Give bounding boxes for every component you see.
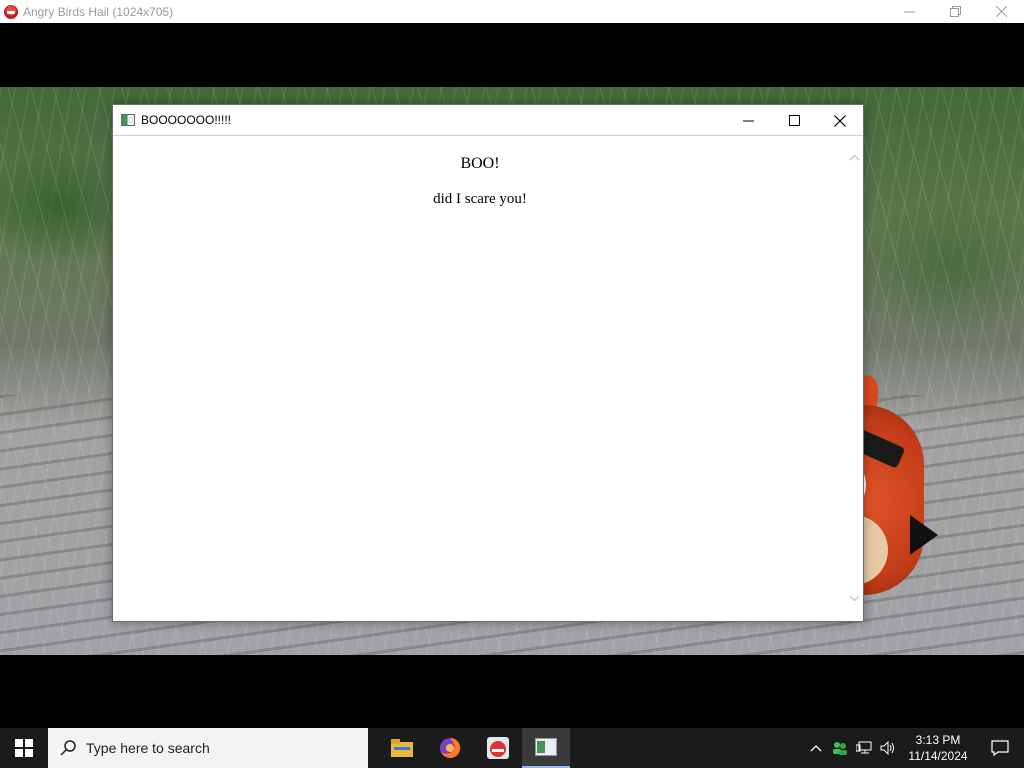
windows-logo-icon [15,739,33,757]
taskbar: Type here to search 3:13 PM 11/14/2024 [0,728,1024,768]
maximize-icon [788,115,800,126]
close-icon [834,114,846,127]
minimize-icon [742,120,754,122]
popup-content: BOO! did I scare you! [114,137,846,621]
volume-icon [880,741,894,755]
minimize-icon [903,11,915,13]
popup-maximize-button[interactable] [771,105,817,136]
file-explorer-icon [391,739,413,757]
chevron-up-icon [810,745,822,752]
tray-network-button[interactable] [852,728,876,768]
notification-icon [991,740,1009,756]
game-window-title: Angry Birds Hail (1024x705) [23,4,174,19]
game-restore-button[interactable] [932,0,978,23]
window-app-icon [121,114,135,126]
search-icon [60,740,76,756]
popup-title: BOOOOOOO!!!!! [141,113,232,127]
clock-time: 3:13 PM [915,733,961,747]
game-minimize-button[interactable] [886,0,932,23]
action-center-button[interactable] [976,728,1024,768]
system-tray: 3:13 PM 11/14/2024 [804,728,1024,768]
desktop-screen: Angry Birds Hail (1024x705) BOOOOOOO!!!!… [0,0,1024,768]
people-icon [833,742,847,755]
firefox-icon [440,737,461,758]
search-placeholder: Type here to search [86,740,210,756]
popup-scrollbar[interactable] [846,137,863,621]
taskbar-angry-birds[interactable] [474,728,522,768]
popup-app-icon [535,738,557,756]
scare-message: did I scare you! [433,191,527,207]
game-window-controls [886,0,1024,23]
popup-titlebar[interactable]: BOOOOOOO!!!!! [113,105,863,136]
scroll-up-button[interactable] [846,149,863,166]
tray-people-button[interactable] [828,728,852,768]
taskbar-firefox[interactable] [426,728,474,768]
boo-heading: BOO! [460,155,500,172]
taskbar-search-box[interactable]: Type here to search [48,728,368,768]
start-button[interactable] [0,728,48,768]
close-icon [995,6,1007,17]
scroll-down-button[interactable] [846,590,863,607]
restore-icon [949,6,961,17]
taskbar-popup-app[interactable] [522,728,570,768]
chevron-up-icon [849,154,860,161]
network-icon [856,741,872,754]
popup-window-controls [725,105,863,136]
angry-birds-icon [487,737,509,759]
popup-minimize-button[interactable] [725,105,771,136]
popup-close-button[interactable] [817,105,863,136]
clock-date: 11/14/2024 [908,749,968,763]
game-window-titlebar[interactable]: Angry Birds Hail (1024x705) [0,0,1024,23]
chevron-down-icon [849,595,860,602]
boo-popup-window: BOOOOOOO!!!!! BOO! did I scare you! [112,104,864,622]
angry-bird-icon [4,4,18,19]
tray-volume-button[interactable] [876,728,900,768]
tray-show-hidden-button[interactable] [804,728,828,768]
taskbar-file-explorer[interactable] [378,728,426,768]
taskbar-clock[interactable]: 3:13 PM 11/14/2024 [900,732,976,764]
game-close-button[interactable] [978,0,1024,23]
